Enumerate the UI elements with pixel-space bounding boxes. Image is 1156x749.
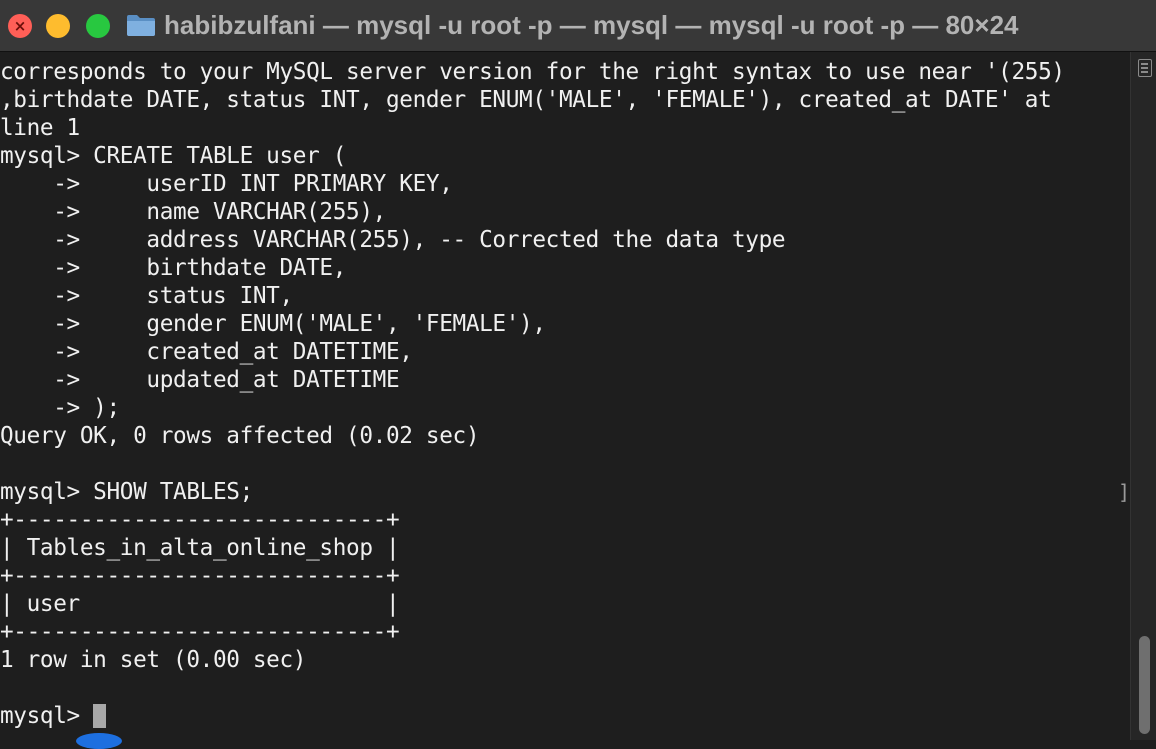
terminal-prompt-line[interactable]: mysql> <box>0 702 1128 730</box>
terminal-line: | Tables_in_alta_online_shop | <box>0 535 400 561</box>
terminal-line: corresponds to your MySQL server version… <box>0 59 1065 85</box>
scroll-thumb[interactable] <box>1139 636 1150 734</box>
maximize-button[interactable] <box>86 14 110 38</box>
close-button[interactable]: × <box>8 14 32 38</box>
terminal-line: +----------------------------+ <box>0 619 400 645</box>
terminal-line: | user | <box>0 591 400 617</box>
terminal-line: +----------------------------+ <box>0 563 400 589</box>
minimize-button[interactable] <box>46 14 70 38</box>
terminal-line: mysql> CREATE TABLE user ( <box>0 143 347 169</box>
terminal-line: 1 row in set (0.00 sec) <box>0 647 307 673</box>
terminal-line: -> userID INT PRIMARY KEY, <box>0 171 453 197</box>
marker-bracket: ] <box>1118 480 1131 504</box>
vertical-scrollbar[interactable] <box>1130 52 1156 740</box>
hamburger-menu-icon[interactable] <box>1138 59 1152 77</box>
terminal-line: -> address VARCHAR(255), -- Corrected th… <box>0 227 786 253</box>
text-cursor <box>93 704 107 728</box>
dock-edge <box>76 733 122 749</box>
terminal-line: +----------------------------+ <box>0 507 400 533</box>
terminal-prompt: mysql> <box>0 703 94 729</box>
terminal-line: -> created_at DATETIME, <box>0 339 413 365</box>
terminal-line: ,birthdate DATE, status INT, gender ENUM… <box>0 87 1052 113</box>
terminal-line: line 1 <box>0 115 80 141</box>
close-icon: × <box>13 17 27 35</box>
terminal-line: -> status INT, <box>0 283 293 309</box>
terminal-line: -> birthdate DATE, <box>0 255 347 281</box>
terminal-line: -> name VARCHAR(255), <box>0 199 386 225</box>
terminal-line: mysql> SHOW TABLES; <box>0 479 253 505</box>
terminal-output[interactable]: corresponds to your MySQL server version… <box>0 58 1128 740</box>
terminal-line: -> ); <box>0 395 120 421</box>
terminal-lines: corresponds to your MySQL server version… <box>0 58 1128 702</box>
terminal-line: Query OK, 0 rows affected (0.02 sec) <box>0 423 480 449</box>
terminal-line: -> gender ENUM('MALE', 'FEMALE'), <box>0 311 546 337</box>
title-bar: × habibzulfani — mysql -u root -p — mysq… <box>0 0 1156 52</box>
terminal-line: -> updated_at DATETIME <box>0 367 400 393</box>
folder-icon <box>127 15 155 36</box>
window-title: habibzulfani — mysql -u root -p — mysql … <box>164 10 1019 40</box>
